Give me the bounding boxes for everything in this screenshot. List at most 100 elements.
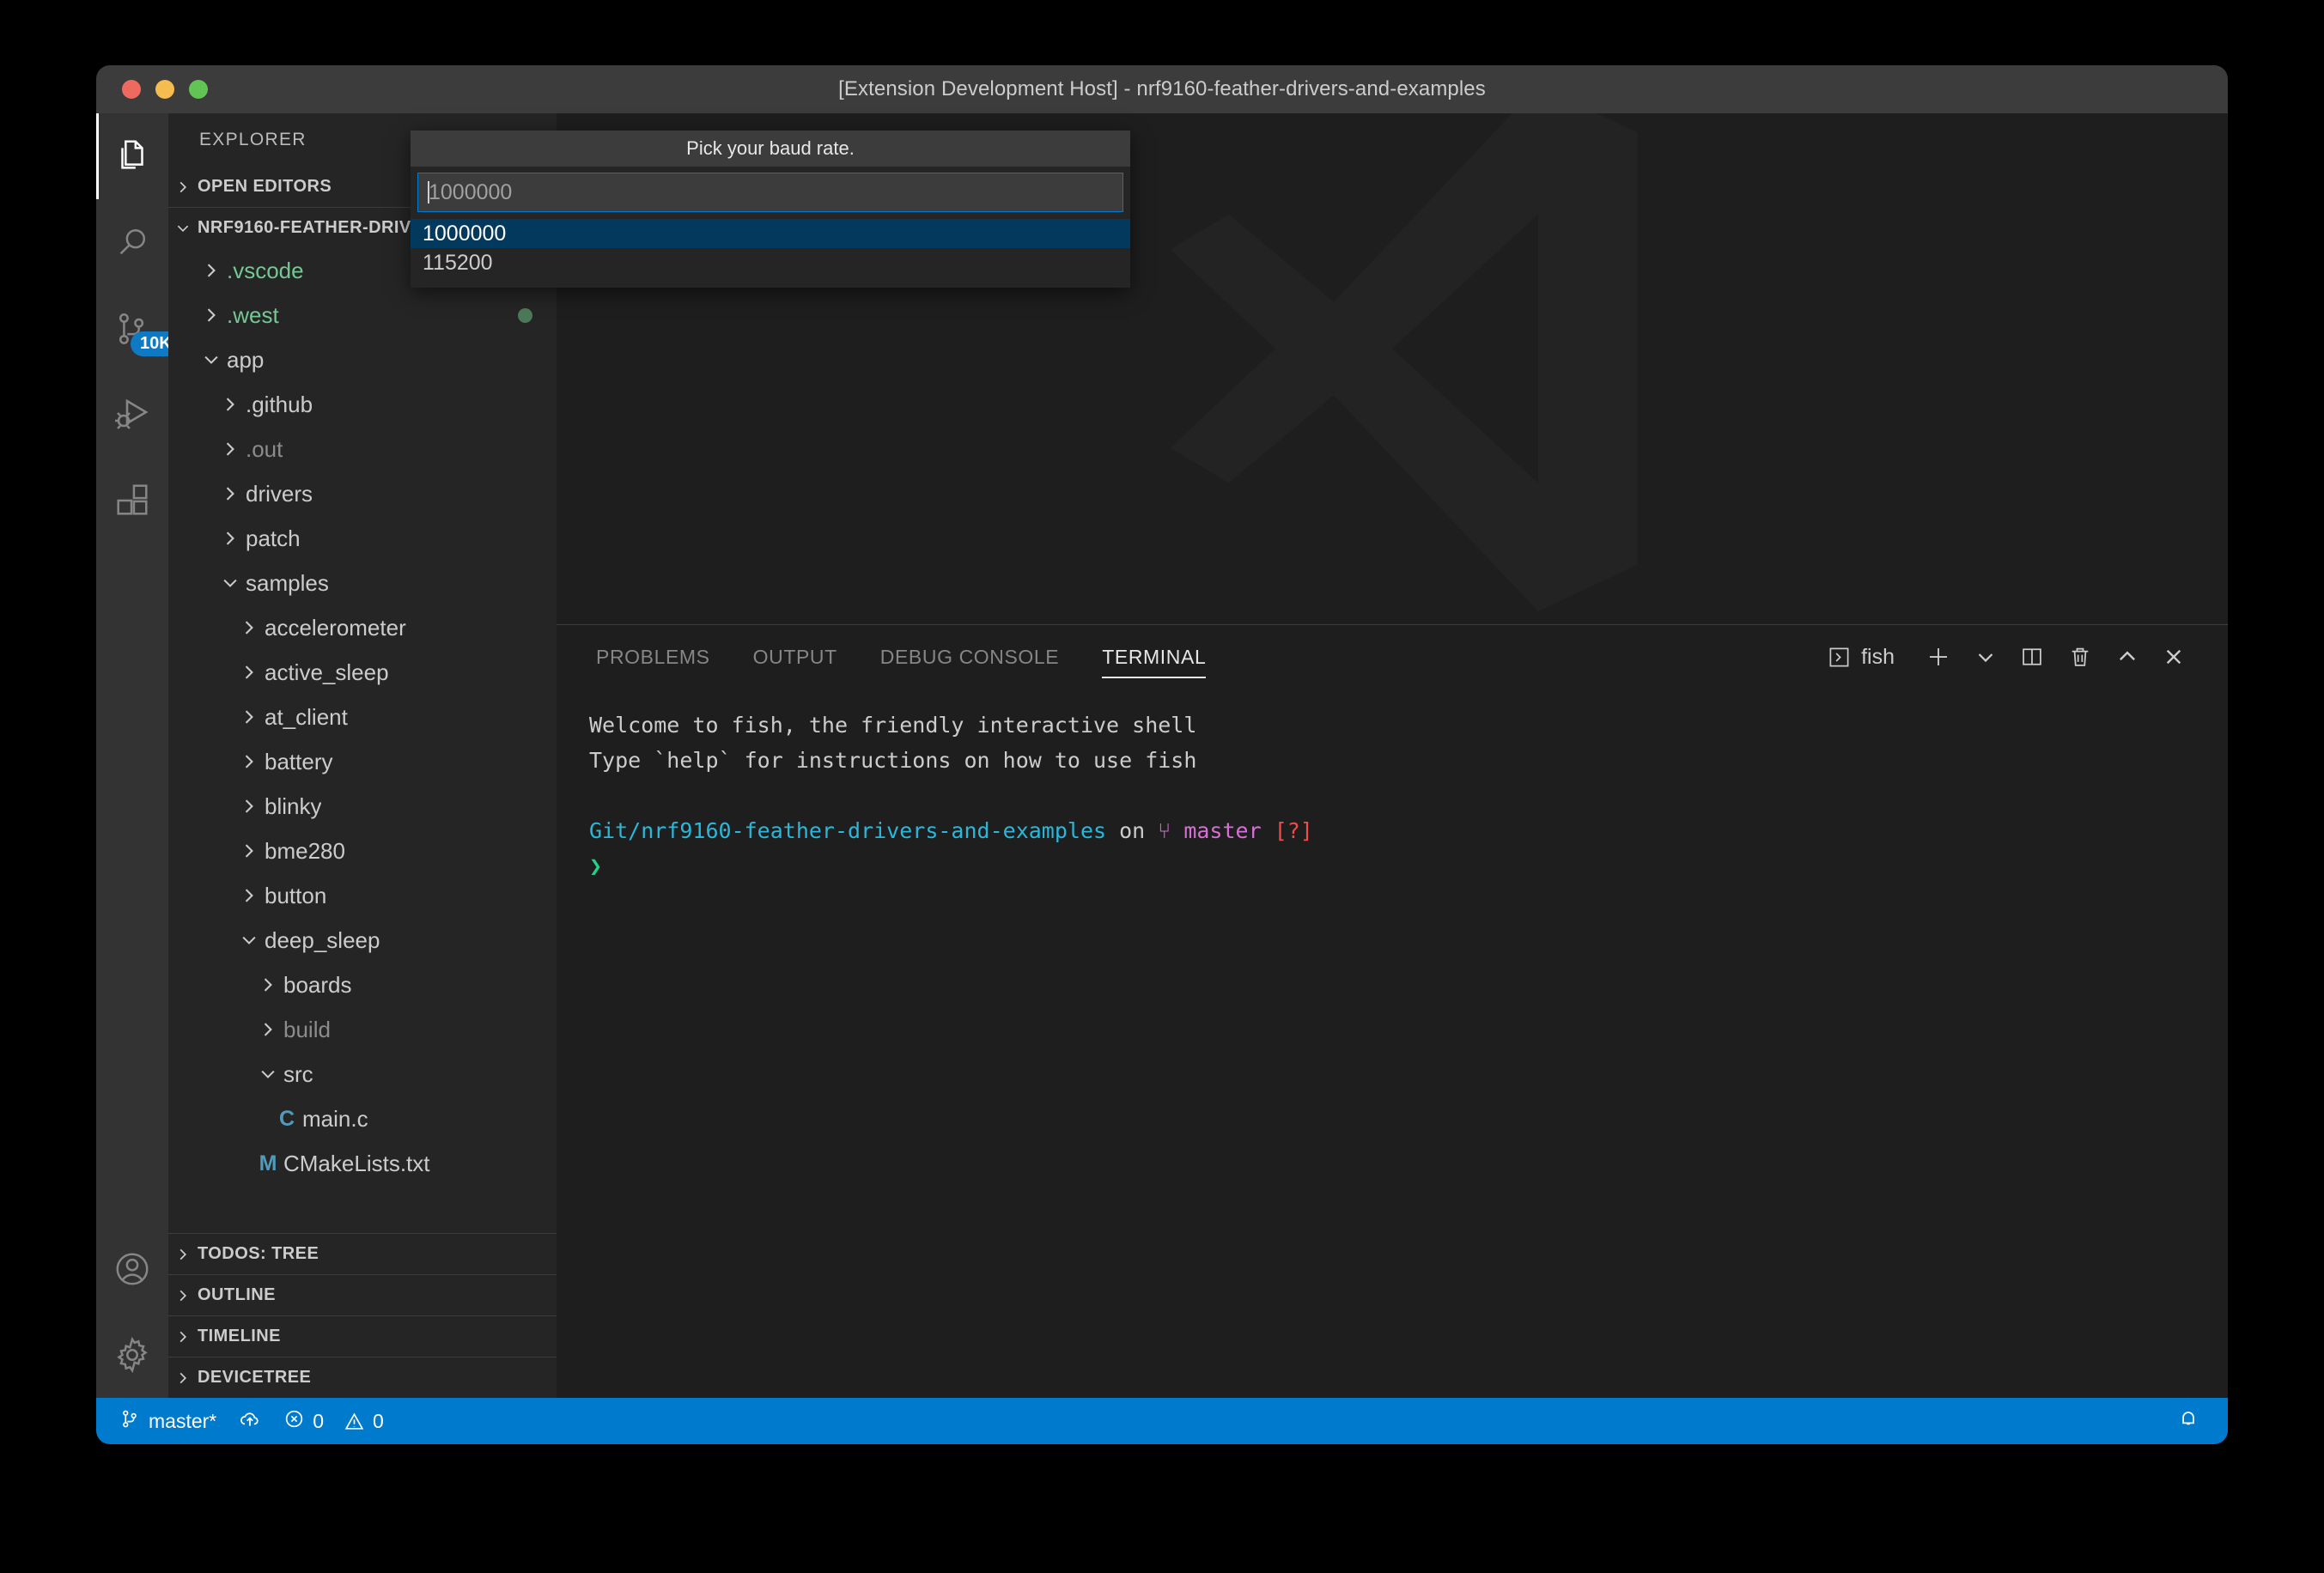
window-title: [Extension Development Host] - nrf9160-f…	[838, 77, 1486, 100]
chevron-right-icon	[234, 752, 265, 771]
chevron-right-icon	[168, 179, 198, 195]
status-sync[interactable]	[228, 1398, 272, 1444]
tree-folder-row[interactable]: app	[168, 337, 557, 382]
terminal-prompt-line: Git/nrf9160-feather-drivers-and-examples…	[589, 813, 2228, 848]
close-button[interactable]	[122, 80, 141, 99]
warning-icon	[344, 1411, 365, 1432]
tree-folder-row[interactable]: .west	[168, 293, 557, 337]
tree-folder-row[interactable]: active_sleep	[168, 650, 557, 695]
panel-tab-output[interactable]: OUTPUT	[753, 625, 837, 689]
window-controls	[122, 80, 208, 99]
panel-tab-problems[interactable]: PROBLEMS	[596, 625, 710, 689]
tree-item-label: bme280	[265, 837, 345, 864]
vscode-window: [Extension Development Host] - nrf9160-f…	[96, 65, 2228, 1444]
sidebar-section-timeline[interactable]: TIMELINE	[168, 1315, 557, 1357]
chevron-right-icon	[215, 395, 246, 414]
tree-item-label: CMakeLists.txt	[283, 1150, 430, 1176]
activity-item-run-and-debug[interactable]	[96, 371, 168, 457]
activity-item-extensions[interactable]	[96, 457, 168, 543]
status-bar-right	[2166, 1398, 2211, 1444]
quick-pick-input[interactable]: 1000000	[417, 173, 1123, 212]
vscode-logo-watermark	[1170, 113, 1638, 611]
error-count: 0	[313, 1409, 325, 1432]
run-debug-icon	[112, 393, 153, 434]
tree-folder-row[interactable]: button	[168, 873, 557, 918]
terminal-shell-icon	[1828, 646, 1851, 669]
split-terminal-button[interactable]	[2008, 625, 2056, 689]
open-editors-label: OPEN EDITORS	[198, 177, 332, 196]
tree-folder-row[interactable]: drivers	[168, 471, 557, 516]
tree-file-row[interactable]: Cmain.c	[168, 1096, 557, 1141]
panel-tab-terminal[interactable]: TERMINAL	[1102, 625, 1207, 689]
tree-folder-row[interactable]: .out	[168, 427, 557, 471]
tree-folder-row[interactable]: build	[168, 1007, 557, 1052]
quick-pick-list[interactable]: 1000000 115200	[411, 219, 1130, 288]
activity-item-accounts[interactable]	[96, 1226, 168, 1312]
terminal-shell-selector[interactable]: fish	[1821, 625, 1913, 689]
terminal-dropdown-button[interactable]	[1963, 625, 2008, 689]
tree-item-label: patch	[246, 525, 301, 551]
terminal-shell-label: fish	[1861, 644, 1895, 669]
status-bar: master* 0 0	[96, 1398, 2228, 1444]
maximize-panel-button[interactable]	[2104, 625, 2151, 689]
terminal-prompt-branch: ⑂ master	[1158, 818, 1262, 843]
tree-item-label: boards	[283, 971, 352, 998]
terminal-prompt-status: [?]	[1274, 818, 1313, 843]
tree-file-row[interactable]: M CMakeLists.txt	[168, 1141, 557, 1186]
quick-pick-option[interactable]: 1000000	[411, 219, 1130, 248]
chevron-right-icon	[234, 708, 265, 726]
chevron-right-icon	[168, 1288, 198, 1303]
close-panel-button[interactable]	[2151, 625, 2197, 689]
terminal-prompt-space	[1262, 818, 1275, 843]
status-problems[interactable]: 0 0	[272, 1398, 395, 1444]
tree-folder-row[interactable]: deep_sleep	[168, 918, 557, 963]
kill-terminal-button[interactable]	[2056, 625, 2104, 689]
tree-folder-row[interactable]: .github	[168, 382, 557, 427]
terminal-prompt-path: Git/nrf9160-feather-drivers-and-examples	[589, 818, 1107, 843]
status-bar-left: master* 0 0	[108, 1398, 395, 1444]
tree-folder-row[interactable]: blinky	[168, 784, 557, 829]
tree-item-label: main.c	[302, 1105, 368, 1132]
quick-pick-option[interactable]: 115200	[411, 248, 1130, 277]
sidebar-section-outline[interactable]: OUTLINE	[168, 1274, 557, 1315]
chevron-right-icon	[234, 663, 265, 682]
chevron-right-icon	[168, 1370, 198, 1386]
minimize-button[interactable]	[155, 80, 174, 99]
tree-item-label: battery	[265, 748, 333, 774]
tree-item-label: .vscode	[227, 257, 304, 283]
status-branch-label: master*	[149, 1409, 217, 1432]
extensions-icon	[113, 480, 152, 519]
terminal-content[interactable]: Welcome to fish, the friendly interactiv…	[557, 689, 2228, 1398]
activity-item-explorer[interactable]	[96, 113, 168, 199]
section-label: TODOS: TREE	[198, 1244, 319, 1263]
text-cursor	[428, 181, 429, 203]
editor-area: PROBLEMS OUTPUT DEBUG CONSOLE TERMINAL fish	[557, 113, 2228, 1398]
chevron-right-icon	[168, 1247, 198, 1262]
chevron-right-icon	[215, 440, 246, 459]
tree-folder-row[interactable]: bme280	[168, 829, 557, 873]
tree-item-label: button	[265, 882, 327, 908]
section-label: OUTLINE	[198, 1285, 276, 1304]
file-tree[interactable]: .vscode .west app .github .out drivers patch sa…	[168, 248, 557, 1233]
status-notifications[interactable]	[2166, 1398, 2211, 1444]
zoom-button[interactable]	[189, 80, 208, 99]
activity-item-manage[interactable]	[96, 1312, 168, 1398]
tree-item-label: accelerometer	[265, 614, 406, 641]
sidebar-section-devicetree[interactable]: DEVICETREE	[168, 1357, 557, 1398]
bottom-panel: PROBLEMS OUTPUT DEBUG CONSOLE TERMINAL fish	[557, 624, 2228, 1398]
activity-item-search[interactable]	[96, 199, 168, 285]
tree-folder-row[interactable]: battery	[168, 739, 557, 784]
status-branch[interactable]: master*	[108, 1398, 228, 1444]
tree-folder-row[interactable]: samples	[168, 561, 557, 605]
quick-pick[interactable]: Pick your baud rate. 1000000 1000000 1152…	[411, 131, 1130, 288]
sidebar-section-todos-tree[interactable]: TODOS: TREE	[168, 1233, 557, 1274]
tree-folder-row[interactable]: patch	[168, 516, 557, 561]
files-icon	[113, 137, 152, 176]
tree-folder-row[interactable]: boards	[168, 963, 557, 1007]
tree-folder-row[interactable]: at_client	[168, 695, 557, 739]
panel-tab-debug-console[interactable]: DEBUG CONSOLE	[880, 625, 1059, 689]
tree-folder-row[interactable]: src	[168, 1052, 557, 1096]
tree-folder-row[interactable]: accelerometer	[168, 605, 557, 650]
activity-item-source-control[interactable]: 10K	[96, 285, 181, 371]
new-terminal-button[interactable]	[1913, 625, 1963, 689]
